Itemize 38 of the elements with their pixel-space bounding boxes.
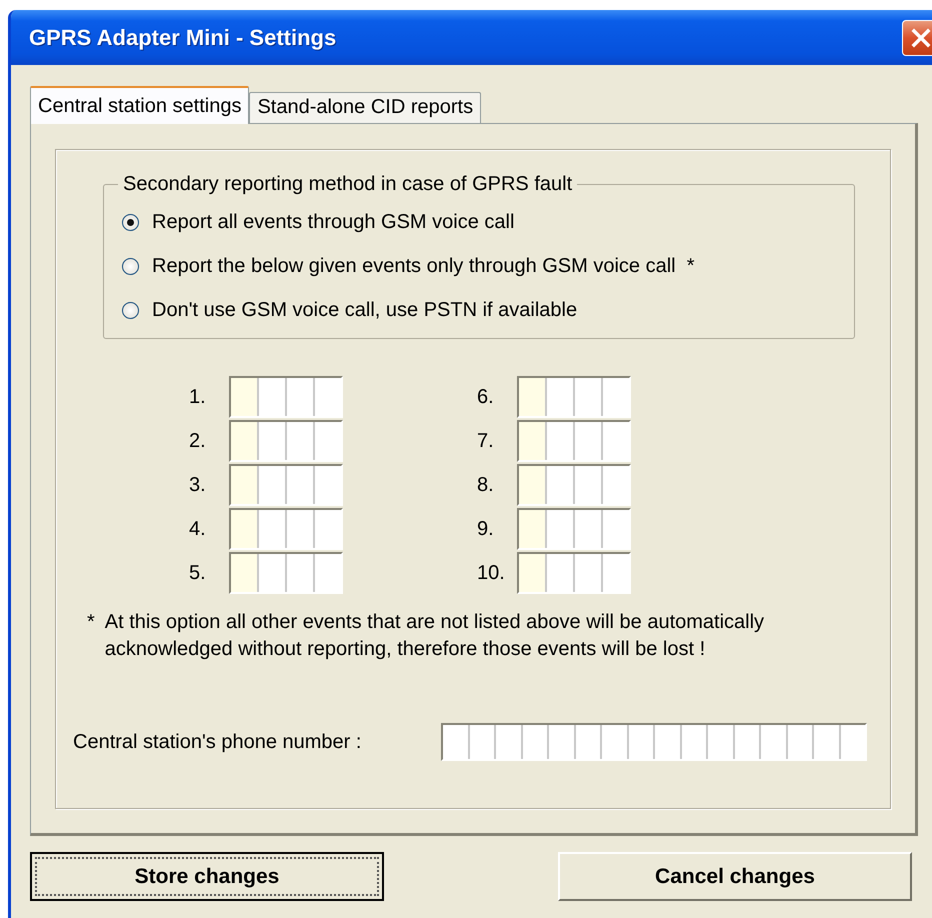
radio-label[interactable]: Don't use GSM voice call, use PSTN if available [152, 298, 578, 322]
event-number: 9. [477, 518, 495, 540]
event-code-field[interactable] [229, 420, 343, 462]
close-icon [910, 26, 932, 48]
event-code-field[interactable] [517, 464, 631, 506]
action-button[interactable]: Cancel changes [558, 852, 912, 901]
event-code-field[interactable] [229, 508, 343, 550]
event-code-field[interactable] [517, 420, 631, 462]
event-number: 10. [477, 562, 506, 584]
event-number: 3. [189, 474, 207, 496]
radio-label[interactable]: Report the below given events only through GSM voice call * [152, 254, 695, 278]
window-title: GPRS Adapter Mini - Settings [28, 24, 336, 50]
footnote-mark: * [87, 610, 95, 635]
phone-label: Central station's phone number : [73, 730, 362, 754]
tab[interactable]: Stand-alone CID reports [249, 92, 482, 123]
event-number: 5. [189, 562, 207, 584]
tab[interactable]: Central station settings [30, 86, 250, 124]
event-number: 1. [189, 386, 207, 408]
event-code-field[interactable] [229, 464, 343, 506]
event-code-field[interactable] [517, 376, 631, 418]
event-code-field[interactable] [229, 552, 343, 594]
radio-button[interactable] [122, 214, 139, 230]
event-number: 8. [477, 474, 495, 496]
radio-button[interactable] [122, 302, 139, 318]
event-number: 4. [189, 518, 207, 540]
radio-button[interactable] [122, 258, 139, 274]
event-code-field[interactable] [229, 376, 343, 418]
event-number: 7. [477, 430, 495, 452]
event-code-field[interactable] [517, 508, 631, 550]
action-button[interactable]: Store changes [30, 852, 384, 901]
close-button[interactable] [902, 20, 932, 56]
footnote-text: At this option all other events that are not listed above will be automatically acknowledged without reporting, therefore those events will be lost ! [104, 610, 766, 662]
radio-label[interactable]: Report all events through GSM voice call [152, 210, 514, 234]
event-number: 2. [189, 430, 207, 452]
group-legend: Secondary reporting method in case of GPRS fault [118, 173, 578, 196]
event-number: 6. [477, 386, 495, 408]
phone-number-field[interactable] [441, 723, 867, 761]
event-code-field[interactable] [517, 552, 631, 594]
